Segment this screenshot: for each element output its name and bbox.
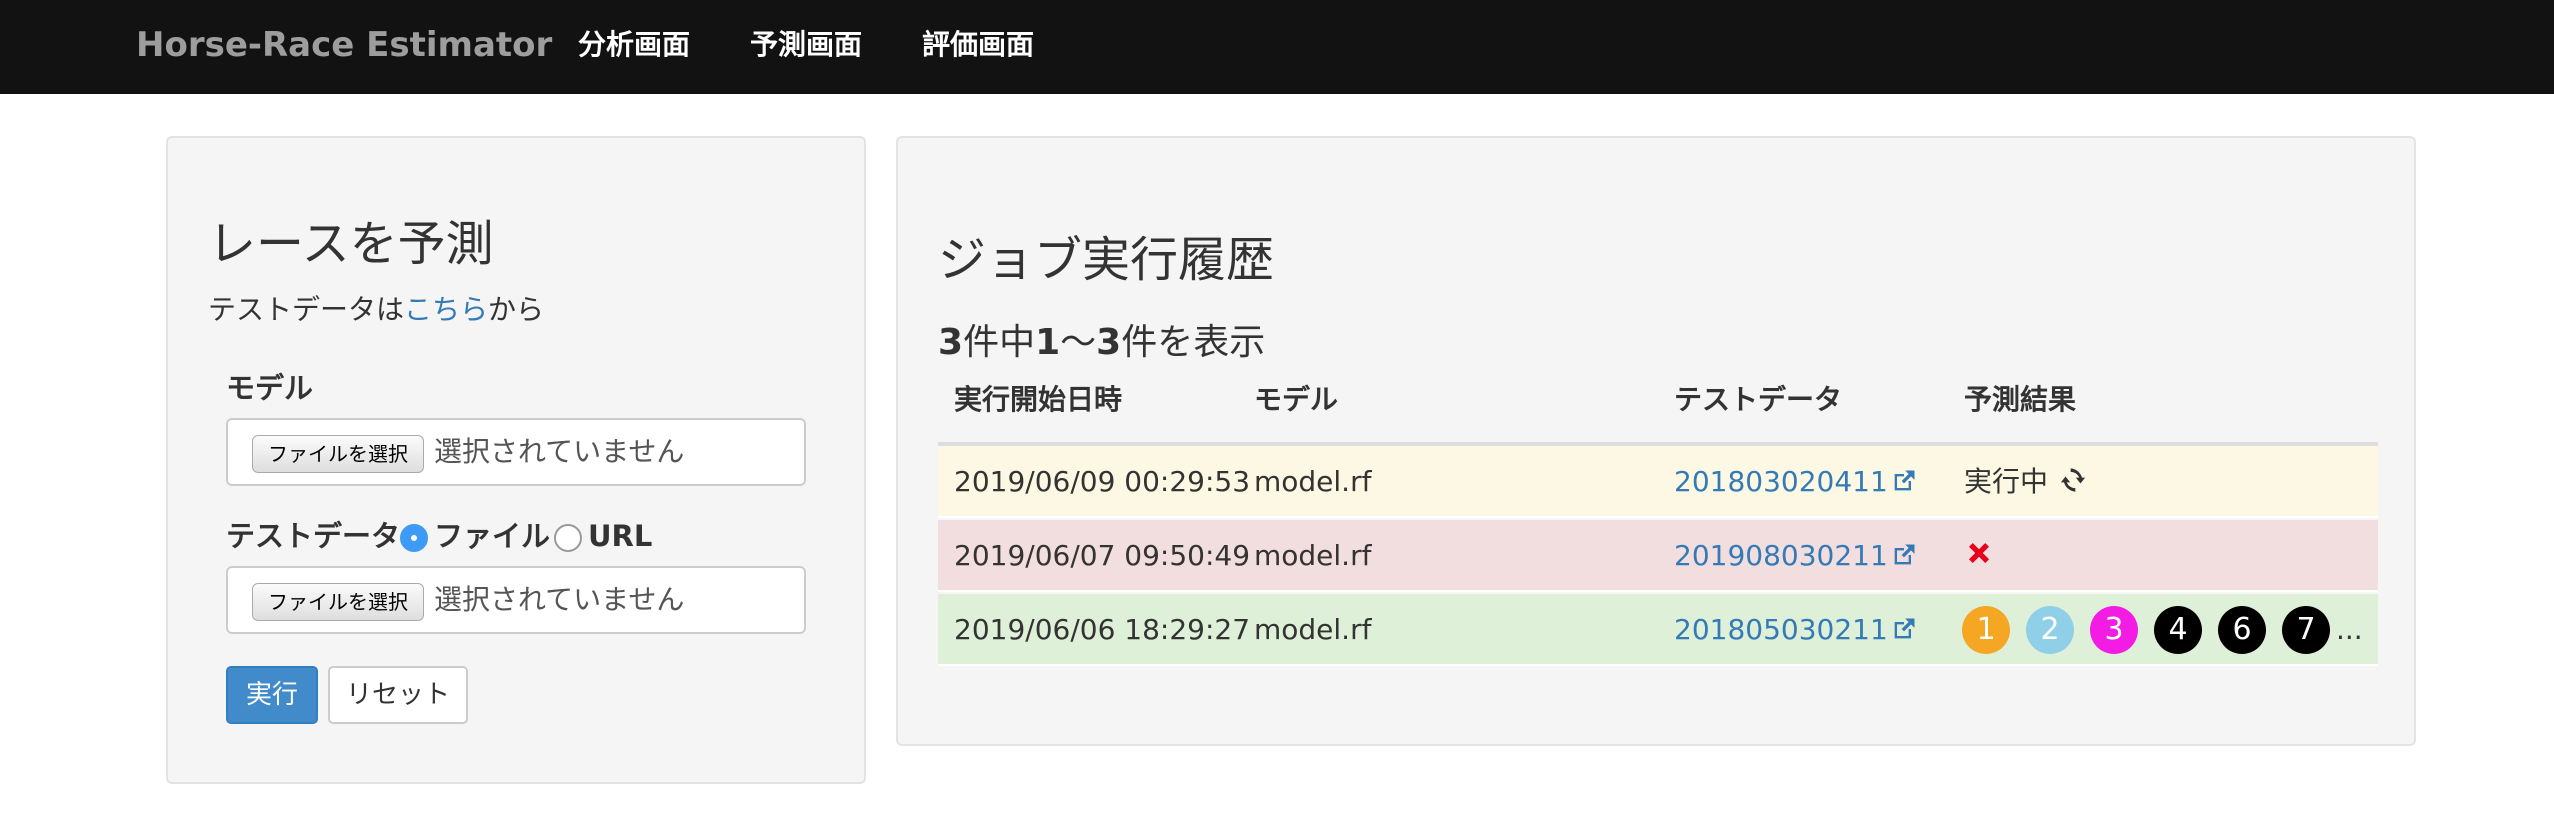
run-button[interactable]: 実行	[226, 666, 318, 724]
row-started-at: 2019/06/07 09:50:49	[954, 539, 1251, 572]
predict-form-panel: レースを予測 テストデータはこちらから モデル ファイルを選択 選択されていませ…	[166, 136, 866, 784]
test-data-note: テストデータはこちらから	[208, 290, 544, 330]
external-link-icon	[1894, 618, 1915, 639]
row-model: model.rf	[1254, 539, 1372, 572]
result-number-ball: 7	[2282, 606, 2330, 654]
count-sep: 〜	[1060, 322, 1097, 363]
model-file-status: 選択されていません	[434, 435, 685, 468]
row-status: 実行中	[1964, 462, 2087, 502]
radio-file-label[interactable]: ファイル	[434, 516, 550, 556]
model-file-button[interactable]: ファイルを選択	[252, 435, 424, 473]
reset-button[interactable]: リセット	[328, 666, 468, 724]
refresh-icon	[2060, 468, 2086, 492]
row-test-data-link[interactable]: 201803020411	[1674, 462, 1918, 502]
column-header-started-at: 実行開始日時	[954, 383, 1123, 416]
test-data-label: テストデータ	[226, 519, 401, 553]
model-file-input[interactable]: ファイルを選択 選択されていません	[226, 418, 806, 486]
row-test-data-text: 201908030211	[1674, 539, 1888, 572]
result-number-ball: 6	[2218, 606, 2266, 654]
job-history-title: ジョブ実行履歴	[938, 232, 1275, 288]
row-test-data-text: 201805030211	[1674, 613, 1888, 646]
column-header-model: モデル	[1254, 383, 1339, 416]
radio-url[interactable]	[554, 524, 582, 552]
test-data-note-suffix: から	[488, 293, 545, 326]
model-label: モデル	[226, 371, 314, 405]
test-data-link[interactable]: こちら	[404, 293, 488, 326]
test-file-input[interactable]: ファイルを選択 選択されていません	[226, 566, 806, 634]
result-number-ball: 4	[2154, 606, 2202, 654]
count-mid: 件中	[963, 322, 1036, 363]
row-test-data-text: 201803020411	[1674, 465, 1888, 498]
nav-item-prediction[interactable]: 予測画面	[750, 22, 862, 68]
predict-form-title: レースを予測	[208, 216, 494, 272]
row-model: model.rf	[1254, 465, 1372, 498]
result-number-ball: 3	[2090, 606, 2138, 654]
column-header-test-data: テストデータ	[1674, 383, 1843, 416]
brand-logo[interactable]: Horse-Race Estimator	[136, 22, 552, 68]
test-file-status: 選択されていません	[434, 583, 685, 616]
radio-file[interactable]	[400, 524, 428, 552]
job-history-panel: ジョブ実行履歴 3件中1〜3件を表示 実行開始日時 モデル テストデータ 予測結…	[896, 136, 2416, 746]
row-started-at: 2019/06/09 00:29:53	[954, 465, 1251, 498]
test-file-button[interactable]: ファイルを選択	[252, 583, 424, 621]
more-results: ...	[2336, 613, 2363, 646]
count-to: 3	[1096, 322, 1122, 363]
count-total: 3	[938, 322, 964, 363]
table-row: 2019/06/06 18:29:27 model.rf 20180503021…	[938, 594, 2378, 666]
row-status	[1964, 538, 1994, 579]
radio-url-label[interactable]: URL	[588, 516, 652, 556]
column-header-result: 予測結果	[1964, 383, 2077, 416]
nav-item-analysis[interactable]: 分析画面	[578, 22, 690, 68]
nav-item-evaluation[interactable]: 評価画面	[922, 22, 1034, 68]
result-number-ball: 1	[1962, 606, 2010, 654]
error-x-icon	[1969, 543, 1989, 563]
row-test-data-link[interactable]: 201805030211	[1674, 610, 1918, 650]
row-status-text: 実行中	[1964, 465, 2049, 498]
result-number-ball: 2	[2026, 606, 2074, 654]
count-from: 1	[1035, 322, 1061, 363]
result-count: 3件中1〜3件を表示	[938, 318, 1265, 368]
table-row: 2019/06/07 09:50:49 model.rf 20190803021…	[938, 520, 2378, 592]
row-test-data-link[interactable]: 201908030211	[1674, 536, 1918, 576]
row-started-at: 2019/06/06 18:29:27	[954, 613, 1251, 646]
external-link-icon	[1894, 544, 1915, 565]
test-data-note-prefix: テストデータは	[208, 293, 405, 326]
count-suffix: 件を表示	[1121, 322, 1266, 363]
table-row: 2019/06/09 00:29:53 model.rf 20180302041…	[938, 446, 2378, 518]
top-navbar: Horse-Race Estimator 分析画面 予測画面 評価画面	[0, 0, 2554, 94]
external-link-icon	[1894, 470, 1915, 491]
row-model: model.rf	[1254, 613, 1372, 646]
